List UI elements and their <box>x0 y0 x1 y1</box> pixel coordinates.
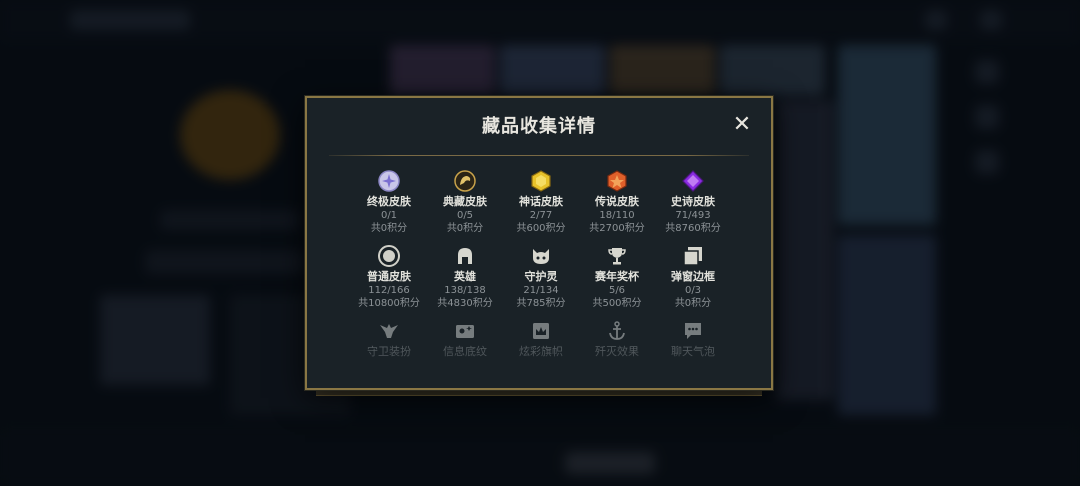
collection-item-legendary-skin[interactable]: 传说皮肤 18/110 共2700积分 <box>579 170 655 237</box>
collection-item-points: 共2700积分 <box>589 223 645 234</box>
title-divider <box>329 155 749 156</box>
collection-item-points: 共0积分 <box>370 223 408 234</box>
collection-item-name: 守卫装扮 <box>367 345 411 358</box>
collection-item-count: 5/6 <box>608 285 626 296</box>
collection-item-count: 0/3 <box>684 285 702 296</box>
collection-item-count: 0/5 <box>456 210 474 221</box>
collection-item-points: 共500积分 <box>592 298 642 309</box>
collection-item-points: 共0积分 <box>446 223 484 234</box>
collection-item-count: 18/110 <box>599 210 635 221</box>
collection-item-ultimate-skin[interactable]: 终极皮肤 0/1 共0积分 <box>351 170 427 237</box>
collection-item-name: 传说皮肤 <box>595 195 639 208</box>
collection-grid: 终极皮肤 0/1 共0积分 典藏皮肤 0/5 共0积分 神话皮肤 2/77 共600积分 传说皮肤… <box>351 170 731 387</box>
collection-item-profile-card[interactable]: 信息底纹 <box>427 320 503 387</box>
collection-item-name: 信息底纹 <box>443 345 487 358</box>
collection-item-count: 0/1 <box>380 210 398 221</box>
collection-item-points: 共4830积分 <box>437 298 493 309</box>
collection-item-points: 共8760积分 <box>665 223 721 234</box>
epic-skin-icon <box>682 170 704 192</box>
collection-item-name: 聊天气泡 <box>671 345 715 358</box>
dialog-title: 藏品收集详情 <box>482 116 596 137</box>
champion-helmet-icon <box>454 245 476 267</box>
collection-item-name: 普通皮肤 <box>367 270 411 283</box>
collection-details-dialog: 藏品收集详情 ✕ 终极皮肤 0/1 共0积分 典藏皮肤 0/5 共0积分 神话皮肤 2/77 共… <box>305 96 773 390</box>
ward-guardian-icon <box>530 245 552 267</box>
legendary-skin-icon <box>606 170 628 192</box>
collection-item-points: 共600积分 <box>516 223 566 234</box>
mythic-skin-icon <box>530 170 552 192</box>
standard-skin-icon <box>378 245 400 267</box>
prestige-skin-icon <box>454 170 476 192</box>
collection-item-name: 终极皮肤 <box>367 195 411 208</box>
collection-item-count: 2/77 <box>529 210 553 221</box>
collection-item-count: 112/166 <box>368 285 410 296</box>
collection-item-points: 共0积分 <box>674 298 712 309</box>
collection-item-points: 共10800积分 <box>358 298 420 309</box>
collection-item-ward-guardian[interactable]: 守护灵 21/134 共785积分 <box>503 245 579 312</box>
collection-item-points: 共785积分 <box>516 298 566 309</box>
collection-item-name: 典藏皮肤 <box>443 195 487 208</box>
collection-item-trophy[interactable]: 赛年奖杯 5/6 共500积分 <box>579 245 655 312</box>
crown-banner-icon <box>530 320 552 342</box>
collection-item-chat-bubble[interactable]: 聊天气泡 <box>655 320 731 387</box>
collection-item-mythic-skin[interactable]: 神话皮肤 2/77 共600积分 <box>503 170 579 237</box>
border-frame-icon <box>682 245 704 267</box>
ultimate-skin-icon <box>378 170 400 192</box>
collection-item-name: 史诗皮肤 <box>671 195 715 208</box>
collection-item-count: 138/138 <box>444 285 486 296</box>
collection-item-crown-banner[interactable]: 炫彩旗帜 <box>503 320 579 387</box>
trophy-icon <box>606 245 628 267</box>
collection-item-anchor[interactable]: 歼灭效果 <box>579 320 655 387</box>
anchor-icon <box>606 320 628 342</box>
collection-item-standard-skin[interactable]: 普通皮肤 112/166 共10800积分 <box>351 245 427 312</box>
guardian-emblem-icon <box>378 320 400 342</box>
collection-item-champion-helmet[interactable]: 英雄 138/138 共4830积分 <box>427 245 503 312</box>
modal-base-frame <box>316 389 762 396</box>
collection-item-guardian-emblem[interactable]: 守卫装扮 <box>351 320 427 387</box>
collection-item-prestige-skin[interactable]: 典藏皮肤 0/5 共0积分 <box>427 170 503 237</box>
chat-bubble-icon <box>682 320 704 342</box>
close-button[interactable]: ✕ <box>731 114 753 136</box>
collection-item-name: 弹窗边框 <box>671 270 715 283</box>
collection-item-name: 守护灵 <box>524 270 558 283</box>
collection-item-name: 神话皮肤 <box>519 195 563 208</box>
collection-item-name: 英雄 <box>454 270 476 283</box>
collection-item-name: 炫彩旗帜 <box>519 345 563 358</box>
collection-item-epic-skin[interactable]: 史诗皮肤 71/493 共8760积分 <box>655 170 731 237</box>
collection-item-name: 赛年奖杯 <box>595 270 639 283</box>
collection-item-name: 歼灭效果 <box>595 345 639 358</box>
collection-item-count: 21/134 <box>523 285 559 296</box>
profile-card-icon <box>454 320 476 342</box>
collection-item-border-frame[interactable]: 弹窗边框 0/3 共0积分 <box>655 245 731 312</box>
collection-item-count: 71/493 <box>675 210 711 221</box>
